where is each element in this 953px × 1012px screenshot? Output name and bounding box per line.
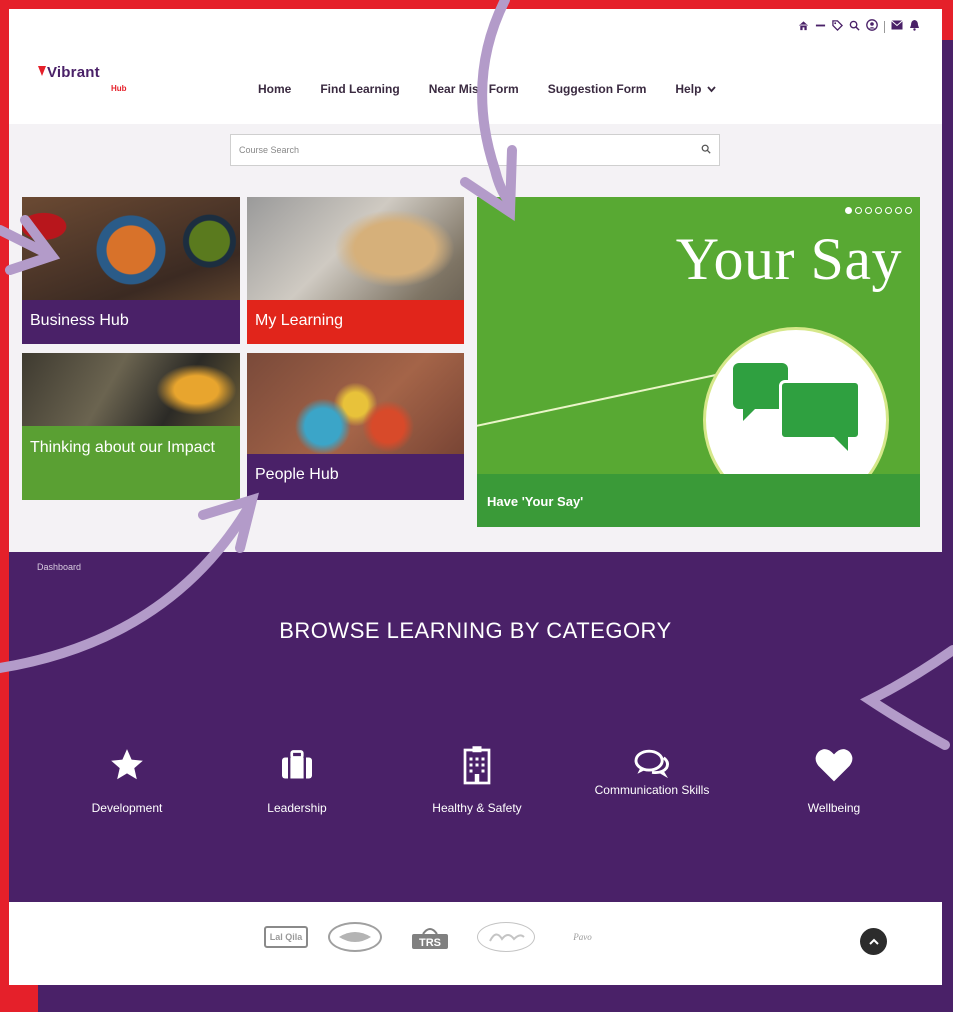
- decorative-stripe: [477, 372, 722, 431]
- site-header: Vibrant Hub Home Find Learning Near Miss…: [9, 9, 942, 124]
- heart-icon: [759, 740, 909, 790]
- partner-logo-pavo[interactable]: Pavo: [555, 922, 610, 952]
- tile-my-learning[interactable]: My Learning: [247, 197, 464, 344]
- category-development[interactable]: Development: [52, 740, 202, 830]
- partner-logo-oval[interactable]: [328, 922, 382, 952]
- carousel-caption: Have 'Your Say': [477, 474, 920, 527]
- nav-help-label: Help: [675, 82, 702, 96]
- tile-thinking-about-our-impact[interactable]: Thinking about our Impact: [22, 353, 240, 500]
- category-label: Healthy & Safety: [432, 801, 522, 815]
- nav-find-learning[interactable]: Find Learning: [320, 82, 399, 96]
- home-icon[interactable]: [798, 20, 809, 34]
- tile-label: People Hub: [247, 454, 464, 500]
- carousel-dot[interactable]: [855, 207, 862, 214]
- back-to-top-icon[interactable]: [860, 928, 887, 955]
- category-label: Leadership: [267, 801, 327, 815]
- top-icon-strip: [798, 19, 920, 34]
- nav-near-miss-form[interactable]: Near Miss Form: [429, 82, 519, 96]
- envelope-icon[interactable]: [891, 20, 903, 33]
- brand-sub: Hub: [111, 84, 127, 93]
- browse-section: Dashboard BROWSE LEARNING BY CATEGORY De…: [9, 552, 942, 902]
- nav-home[interactable]: Home: [258, 82, 291, 96]
- page: Vibrant Hub Home Find Learning Near Miss…: [9, 9, 942, 985]
- logo-leaf-icon: [38, 66, 46, 76]
- carousel-dot[interactable]: [885, 207, 892, 214]
- tile-business-hub[interactable]: Business Hub: [22, 197, 240, 344]
- category-label: Wellbeing: [807, 801, 861, 815]
- category-communication-skills[interactable]: Communication Skills: [577, 740, 727, 822]
- tag-icon[interactable]: [832, 19, 843, 34]
- tile-label: My Learning: [247, 300, 464, 344]
- chat-bubble-icon: [779, 380, 861, 451]
- building-icon: [402, 740, 552, 790]
- search-input[interactable]: Course Search: [239, 145, 701, 155]
- browse-title: BROWSE LEARNING BY CATEGORY: [279, 618, 672, 643]
- brand-name: Vibrant: [47, 64, 100, 81]
- category-leadership[interactable]: Leadership: [222, 740, 372, 830]
- tile-label: Thinking about our Impact: [22, 426, 240, 500]
- carousel-heading: Your Say: [675, 226, 902, 292]
- carousel-dot[interactable]: [865, 207, 872, 214]
- user-circle-icon[interactable]: [866, 19, 878, 34]
- tile-people-hub[interactable]: People Hub: [247, 353, 464, 500]
- carousel-dot[interactable]: [875, 207, 882, 214]
- breadcrumb[interactable]: Dashboard: [37, 562, 81, 572]
- star-icon: [52, 740, 202, 790]
- category-label: Communication Skills: [594, 783, 710, 797]
- search-icon[interactable]: [849, 20, 860, 34]
- category-label: Development: [91, 801, 163, 815]
- category-wellbeing[interactable]: Wellbeing: [759, 740, 909, 830]
- partner-logos: Lal Qila TRS Pavo: [264, 922, 610, 952]
- bell-icon[interactable]: [909, 19, 920, 34]
- brand-logo[interactable]: Vibrant Hub: [38, 64, 149, 106]
- partner-logo-script[interactable]: [477, 922, 535, 952]
- carousel-dots: [845, 207, 912, 214]
- search-icon[interactable]: [701, 144, 711, 157]
- category-healthy-safety[interactable]: Healthy & Safety: [402, 740, 552, 830]
- minus-icon[interactable]: [815, 20, 826, 34]
- partner-logo-trs[interactable]: TRS: [402, 922, 457, 952]
- main-content: Course Search Business Hub My Learning T…: [9, 124, 942, 552]
- tile-label: Business Hub: [22, 300, 240, 344]
- main-nav: Home Find Learning Near Miss Form Sugges…: [258, 82, 716, 96]
- briefcase-icon: [222, 740, 372, 790]
- your-say-carousel[interactable]: Your Say Have 'Your Say': [477, 197, 920, 527]
- nav-help[interactable]: Help: [675, 82, 716, 96]
- carousel-dot[interactable]: [905, 207, 912, 214]
- nav-suggestion-form[interactable]: Suggestion Form: [548, 82, 647, 96]
- chevron-down-icon: [707, 85, 716, 96]
- trs-text: TRS: [419, 937, 441, 949]
- carousel-dot[interactable]: [895, 207, 902, 214]
- course-search[interactable]: Course Search: [230, 134, 720, 166]
- site-footer: Lal Qila TRS Pavo: [9, 902, 942, 985]
- carousel-dot[interactable]: [845, 207, 852, 214]
- partner-logo-lal-qila[interactable]: Lal Qila: [264, 926, 308, 948]
- icon-separator: [884, 20, 885, 33]
